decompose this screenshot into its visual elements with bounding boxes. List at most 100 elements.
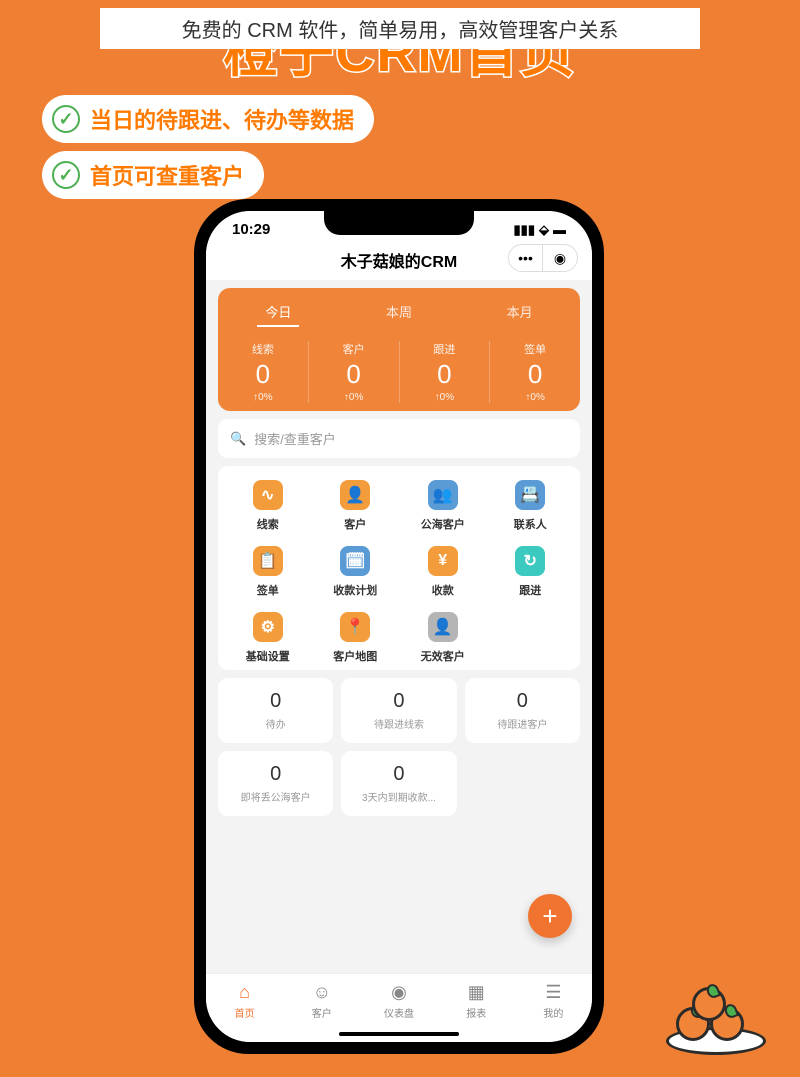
grid-item-签单[interactable]: 📋 签单	[224, 546, 312, 598]
grid-label: 公海客户	[421, 516, 465, 532]
stat-label: 线索	[218, 341, 308, 357]
grid-item-线索[interactable]: ∿ 线索	[224, 480, 312, 532]
stat-delta: ↑0%	[309, 392, 399, 403]
stat-label: 签单	[490, 341, 580, 357]
grid-icon: 📍	[340, 612, 370, 642]
grid-icon: 👤	[428, 612, 458, 642]
grid-label: 线索	[257, 516, 279, 532]
check-icon: ✓	[52, 105, 80, 133]
grid-item-收款[interactable]: ¥ 收款	[399, 546, 487, 598]
stat-cell[interactable]: 签单 0 ↑0%	[490, 341, 580, 403]
grid-icon: ¥	[428, 546, 458, 576]
search-input[interactable]: 🔍 搜索/查重客户	[218, 419, 580, 458]
grid-icon: 👤	[340, 480, 370, 510]
todo-cell[interactable]: 0 待跟进客户	[465, 678, 580, 743]
grid-item-公海客户[interactable]: 👥 公海客户	[399, 480, 487, 532]
stat-cell[interactable]: 线索 0 ↑0%	[218, 341, 309, 403]
todo-value: 0	[224, 763, 327, 786]
grid-icon: ⚙	[253, 612, 283, 642]
nav-首页[interactable]: ⌂ 首页	[206, 982, 283, 1020]
feature-pill-1: ✓ 当日的待跟进、待办等数据	[42, 95, 374, 143]
miniprogram-capsule[interactable]: ••• ◉	[508, 244, 578, 272]
orange-decoration	[666, 985, 766, 1055]
home-indicator	[339, 1032, 459, 1036]
phone-frame: 10:29 ▮▮▮ ⬙ ▬ 木子菇娘的CRM ••• ◉ 今日 本周 本月 线索…	[194, 199, 604, 1054]
grid-label: 无效客户	[421, 648, 465, 664]
grid-icon: 📋	[253, 546, 283, 576]
grid-item-跟进[interactable]: ↻ 跟进	[487, 546, 575, 598]
grid-label: 联系人	[514, 516, 547, 532]
todo-row: 0 即将丢公海客户0 3天内到期收款...	[218, 751, 580, 816]
stat-cell[interactable]: 客户 0 ↑0%	[309, 341, 400, 403]
nav-label: 首页	[235, 1005, 255, 1020]
tab-today[interactable]: 今日	[257, 298, 299, 327]
status-icons: ▮▮▮ ⬙ ▬	[514, 222, 566, 238]
phone-screen: 10:29 ▮▮▮ ⬙ ▬ 木子菇娘的CRM ••• ◉ 今日 本周 本月 线索…	[206, 211, 592, 1042]
todo-label: 待跟进客户	[471, 716, 574, 731]
app-title: 木子菇娘的CRM	[341, 248, 457, 272]
grid-item-客户地图[interactable]: 📍 客户地图	[312, 612, 400, 664]
grid-label: 跟进	[519, 582, 541, 598]
nav-我的[interactable]: ☰ 我的	[515, 982, 592, 1020]
stat-delta: ↑0%	[400, 392, 490, 403]
grid-label: 签单	[257, 582, 279, 598]
grid-icon: 📇	[515, 480, 545, 510]
stat-delta: ↑0%	[490, 392, 580, 403]
grid-item-联系人[interactable]: 📇 联系人	[487, 480, 575, 532]
nav-仪表盘[interactable]: ◉ 仪表盘	[360, 982, 437, 1020]
grid-item-收款计划[interactable]: 🗓 收款计划	[312, 546, 400, 598]
stat-cell[interactable]: 跟进 0 ↑0%	[400, 341, 491, 403]
grid-label: 客户地图	[333, 648, 377, 664]
todo-value: 0	[347, 690, 450, 713]
todo-label: 待跟进线索	[347, 716, 450, 731]
battery-icon: ▬	[553, 222, 566, 237]
close-icon[interactable]: ◉	[543, 245, 577, 271]
grid-label: 基础设置	[246, 648, 290, 664]
tab-week[interactable]: 本周	[378, 298, 420, 327]
fab-add-button[interactable]: +	[528, 894, 572, 938]
nav-label: 仪表盘	[384, 1005, 414, 1020]
status-time: 10:29	[232, 221, 270, 238]
grid-label: 收款	[432, 582, 454, 598]
stats-card: 今日 本周 本月 线索 0 ↑0%客户 0 ↑0%跟进 0 ↑0%签单 0	[218, 288, 580, 411]
todo-cell[interactable]: 0 3天内到期收款...	[341, 751, 456, 816]
grid-item-无效客户[interactable]: 👤 无效客户	[399, 612, 487, 664]
feature-grid: ∿ 线索👤 客户👥 公海客户📇 联系人📋 签单🗓 收款计划¥ 收款↻ 跟进⚙ 基…	[218, 466, 580, 670]
stat-label: 客户	[309, 341, 399, 357]
nav-icon: ☰	[545, 982, 561, 1003]
stat-value: 0	[309, 359, 399, 390]
nav-报表[interactable]: ▦ 报表	[438, 982, 515, 1020]
grid-icon: 🗓	[340, 546, 370, 576]
todo-label: 待办	[224, 716, 327, 731]
signal-icon: ▮▮▮	[514, 222, 535, 238]
stat-delta: ↑0%	[218, 392, 308, 403]
todo-cell[interactable]: 0 待跟进线索	[341, 678, 456, 743]
grid-item-客户[interactable]: 👤 客户	[312, 480, 400, 532]
todo-value: 0	[347, 763, 450, 786]
stat-value: 0	[490, 359, 580, 390]
todo-cell[interactable]: 0 即将丢公海客户	[218, 751, 333, 816]
app-header: 木子菇娘的CRM ••• ◉	[206, 242, 592, 280]
feature-pill-2: ✓ 首页可查重客户	[42, 151, 264, 199]
grid-icon: ↻	[515, 546, 545, 576]
period-tabs: 今日 本周 本月	[218, 298, 580, 333]
nav-icon: ◉	[391, 982, 407, 1003]
grid-icon: ∿	[253, 480, 283, 510]
todo-value: 0	[224, 690, 327, 713]
stat-value: 0	[400, 359, 490, 390]
todo-cell[interactable]: 0 待办	[218, 678, 333, 743]
todo-label: 3天内到期收款...	[347, 789, 450, 804]
todo-value: 0	[471, 690, 574, 713]
wifi-icon: ⬙	[539, 222, 549, 238]
more-icon[interactable]: •••	[509, 245, 543, 271]
tab-month[interactable]: 本月	[499, 298, 541, 327]
promo-banner: 免费的 CRM 软件，简单易用，高效管理客户关系	[100, 8, 700, 49]
grid-item-基础设置[interactable]: ⚙ 基础设置	[224, 612, 312, 664]
todo-label: 即将丢公海客户	[224, 789, 327, 804]
nav-icon: ☺	[313, 982, 331, 1003]
nav-客户[interactable]: ☺ 客户	[283, 982, 360, 1020]
nav-icon: ▦	[468, 982, 485, 1003]
search-placeholder: 搜索/查重客户	[254, 429, 336, 448]
nav-label: 报表	[466, 1005, 486, 1020]
stat-label: 跟进	[400, 341, 490, 357]
